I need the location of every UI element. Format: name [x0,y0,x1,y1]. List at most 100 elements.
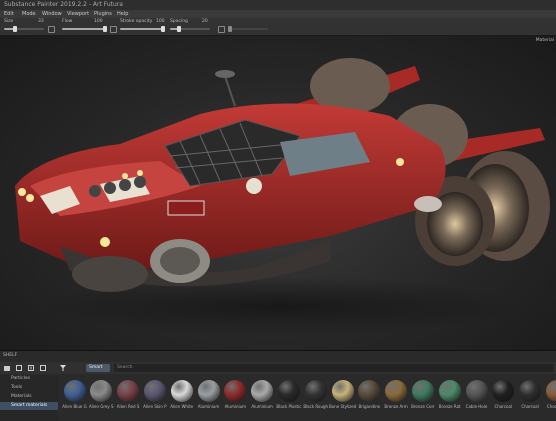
material-thumbnail[interactable]: Brigandine [356,380,383,409]
material-preview-sphere [438,380,461,402]
shelf-toolbar: Smart Search [0,362,556,374]
material-thumbnail[interactable]: Black Plastic [275,380,302,409]
material-thumbnail[interactable]: Alien Blue G [61,380,88,409]
lazy-mouse-icon[interactable] [218,26,225,33]
material-name: Black Rough [303,404,329,409]
material-preview-sphere [465,380,488,402]
stroke-opacity-label: Stroke opacity [120,19,153,24]
material-name: Alien Grey S [89,404,114,409]
menu-window[interactable]: Window [42,10,62,18]
menu-help[interactable]: Help [117,10,128,18]
flow-label: Flow [62,19,73,24]
menu-edit[interactable]: Edit [4,10,14,18]
material-name: Bronze Arm [384,404,408,409]
shelf-title: SHELF [3,353,18,358]
material-name: Bone Stylized [329,404,356,409]
shelf-categories: Particles Tools Materials Smart material… [0,375,58,421]
window-title: Substance Painter 2019.2.2 - Art Futura [4,1,123,8]
material-name: Bronze Corr [411,404,435,409]
stroke-opacity-value[interactable]: 100 [156,19,165,24]
category-particles[interactable]: Particles [0,375,58,383]
material-preview-sphere [90,380,113,402]
folder-icon[interactable] [4,365,10,371]
hover-car-model [15,58,550,336]
material-name: Cable Hole [465,404,488,409]
menu-plugins[interactable]: Plugins [94,10,112,18]
material-thumbnail[interactable]: Aluminium [195,380,222,409]
flow-slider[interactable] [62,26,107,32]
material-preview-sphere [251,380,274,402]
material-preview-sphere [117,380,140,402]
material-name: Aluminium [251,404,273,409]
material-thumbnail[interactable]: Alien Skin P [141,380,168,409]
spacing-label: Spacing [170,19,188,24]
material-preview-sphere [492,380,515,402]
material-preview-sphere [143,380,166,402]
material-preview-sphere [277,380,300,402]
material-thumbnail[interactable]: Charcoal [490,380,517,409]
material-name: Black Plastic [276,404,302,409]
material-preview-sphere [545,380,556,402]
material-preview-sphere [358,380,381,402]
category-materials[interactable]: Materials [0,393,58,401]
material-name: Alien White [170,404,194,409]
filter-chip-smart[interactable]: Smart [86,364,110,372]
import-icon[interactable] [16,365,22,371]
material-name: Alien Red S [116,404,140,409]
shelf-search-input[interactable]: Search [114,364,554,372]
material-name: Charcoal [494,404,513,409]
material-preview-sphere [170,380,193,402]
stroke-opacity-slider[interactable] [120,26,165,32]
size-slider[interactable] [4,26,44,32]
material-name: Charcoal [521,404,539,409]
viewport-3d[interactable]: Material [0,36,556,350]
context-toolbar: Size 33 Flow 100 Stroke opacity 100 Spac… [0,18,556,36]
material-name: Brigandine [358,404,381,409]
material-thumbnail[interactable]: Alien Grey S [88,380,115,409]
material-thumbnail[interactable]: Bronze Rat [436,380,463,409]
menu-viewport[interactable]: Viewport [67,10,89,18]
material-name: Alien Blue G [62,404,87,409]
material-name: Bronze Rat [438,404,461,409]
size-label: Size [4,19,14,24]
new-folder-icon[interactable] [28,365,34,371]
material-preview-sphere [411,380,434,402]
filter-icon[interactable] [60,365,66,371]
material-preview-sphere [197,380,220,402]
lazy-mouse-slider[interactable] [228,26,268,32]
title-bar: Substance Painter 2019.2.2 - Art Futura [0,0,556,10]
material-thumbnail[interactable]: Charcoal [517,380,544,409]
menu-mode[interactable]: Mode [22,10,36,18]
menu-bar: Edit Mode Window Viewport Plugins Help [0,10,556,18]
size-value[interactable]: 33 [38,19,44,24]
material-preview-sphere [224,380,247,402]
spacing-slider[interactable] [170,26,210,32]
spacing-value[interactable]: 20 [202,19,208,24]
material-thumbnail[interactable]: Black Rough [302,380,329,409]
pen-pressure-icon[interactable] [48,26,55,33]
material-thumbnail[interactable]: Alien Red S [115,380,142,409]
material-thumbnail[interactable]: Alien White [168,380,195,409]
material-name: Aluminium [197,404,220,409]
material-name: Alien Skin P [143,404,167,409]
flow-value[interactable]: 100 [94,19,103,24]
material-preview-sphere [519,380,542,402]
shelf-panel: SHELF Smart Search Particles Tools Mater… [0,350,556,421]
flow-pressure-icon[interactable] [110,26,117,33]
material-thumbnail[interactable]: Bone Stylized [329,380,356,409]
material-preview-sphere [385,380,408,402]
material-thumbnail[interactable]: Bronze Corr [409,380,436,409]
material-thumbnail[interactable]: Cable Hole [463,380,490,409]
material-preview-sphere [304,380,327,402]
material-name: Chocolate [546,404,556,409]
material-thumbnail[interactable]: Aluminium [222,380,249,409]
material-name: Aluminium [224,404,247,409]
material-preview-sphere [331,380,354,402]
category-smart-materials[interactable]: Smart materials [0,402,58,410]
material-thumbnail[interactable]: Bronze Arm [383,380,410,409]
material-thumbnail[interactable]: Chocolate [543,380,556,409]
material-preview-sphere [63,380,86,402]
export-icon[interactable] [40,365,46,371]
material-thumbnail[interactable]: Aluminium [249,380,276,409]
category-tools[interactable]: Tools [0,384,58,392]
